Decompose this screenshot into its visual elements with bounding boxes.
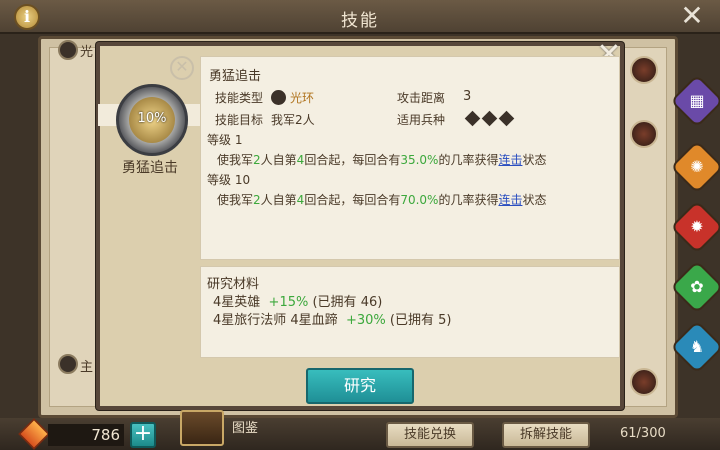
remove-icon[interactable]: ✕ <box>170 56 194 80</box>
level-label: 等级 10 <box>207 173 251 187</box>
research-materials-panel: 研究材料 4星英雄 +15% (已拥有 46) 4星旅行法师 4星血蹄 +30%… <box>200 266 620 358</box>
skill-medal: 10% <box>116 84 188 156</box>
target-value: 我军2人 <box>271 113 315 127</box>
horse-icon: ♞ <box>689 337 705 356</box>
hero-avatar[interactable] <box>630 56 658 84</box>
gem-count: 786 <box>48 424 124 446</box>
archer-icon <box>498 110 515 127</box>
type-value: 光环 <box>290 91 315 105</box>
level-description: 使我军2人自第4回合起，每回合有35.0%的几率获得连击状态 <box>217 153 547 167</box>
light-aura-icon <box>271 90 286 105</box>
leaf-icon: ✿ <box>690 277 704 296</box>
skill-capacity: 61/300 <box>620 426 666 441</box>
range-label: 攻击距离 <box>397 91 446 105</box>
skill-info-panel: 勇猛追击 技能类型 光环 攻击距离 3 技能目标 我军2人 适用兵种 等级 1 … <box>200 56 620 260</box>
range-value: 3 <box>463 89 472 104</box>
materials-title: 研究材料 <box>207 277 260 292</box>
level-description: 使我军2人自第4回合起，每回合有70.0%的几率获得连击状态 <box>217 193 547 207</box>
grid-icon: ▦ <box>689 91 705 110</box>
research-button[interactable]: 研究 <box>306 368 414 404</box>
infantry-icon <box>464 110 481 127</box>
top-bar: i 技能 ✕ <box>0 0 720 34</box>
codex-book-icon[interactable] <box>180 410 224 446</box>
bg-section-label-top: 光 <box>80 45 94 60</box>
unit-icons <box>464 110 518 127</box>
material-row: 4星英雄 +15% (已拥有 46) <box>213 295 383 310</box>
material-row: 4星旅行法师 4星血蹄 +30% (已拥有 5) <box>213 313 452 328</box>
hero-avatar[interactable] <box>630 120 658 148</box>
skill-progress-percent: 10% <box>137 111 167 126</box>
level-label: 等级 1 <box>207 133 243 147</box>
main-type-icon <box>58 354 78 374</box>
swirl-icon: ✺ <box>690 157 704 176</box>
add-gems-button[interactable]: + <box>130 422 156 448</box>
hero-avatar[interactable] <box>630 368 658 396</box>
light-type-icon <box>58 40 78 60</box>
cavalry-icon <box>481 110 498 127</box>
close-icon[interactable]: ✕ <box>678 2 706 30</box>
unit-label: 适用兵种 <box>397 113 446 127</box>
skill-disassemble-button[interactable]: 拆解技能 <box>502 422 590 448</box>
skill-title: 勇猛追击 <box>209 69 262 84</box>
page-title: 技能 <box>341 11 379 31</box>
codex-label[interactable]: 图鉴 <box>232 417 258 436</box>
skill-exchange-button[interactable]: 技能兑换 <box>386 422 474 448</box>
combo-status-link[interactable]: 连击 <box>498 193 522 207</box>
combo-status-link[interactable]: 连击 <box>498 153 522 167</box>
target-label: 技能目标 <box>215 113 264 127</box>
skill-medal-name: 勇猛追击 <box>122 160 178 176</box>
type-value-row: 光环 <box>267 89 314 106</box>
bg-section-label-bottom: 主 <box>80 360 94 375</box>
type-label: 技能类型 <box>215 91 264 105</box>
flame-icon: ✹ <box>690 217 704 236</box>
